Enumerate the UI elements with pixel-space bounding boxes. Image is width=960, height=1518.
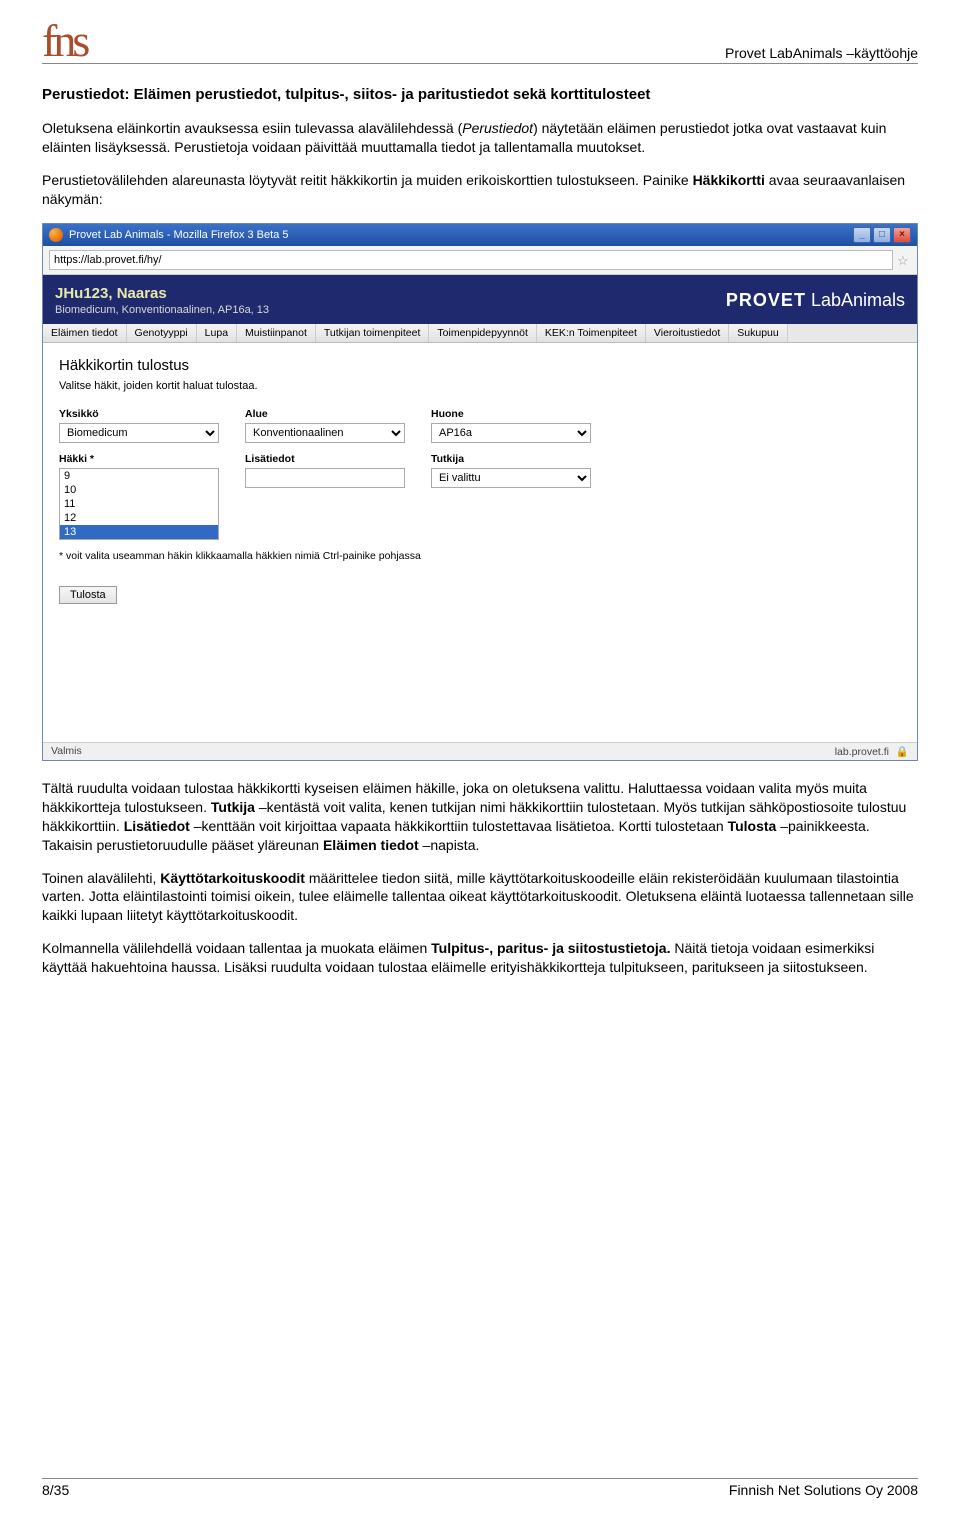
lisatiedot-input[interactable]	[245, 468, 405, 488]
after-p2-b1: Käyttötarkoituskoodit	[160, 870, 305, 886]
tab-elaimen-tiedot[interactable]: Eläimen tiedot	[43, 324, 127, 342]
url-input[interactable]	[49, 250, 893, 270]
browser-urlbar: ☆	[43, 246, 917, 275]
hakki-option-selected[interactable]: 13	[60, 525, 218, 539]
minimize-button[interactable]: _	[853, 227, 871, 243]
app-brand: PROVET LabAnimals	[726, 290, 905, 311]
app-tabs: Eläimen tiedot Genotyyppi Lupa Muistiinp…	[43, 324, 917, 343]
after-p3-b1: Tulpitus-, paritus- ja siitostustietoja.	[431, 940, 670, 956]
huone-select[interactable]: AP16a	[431, 423, 591, 443]
hakki-option[interactable]: 11	[60, 497, 218, 511]
after-p1-b4: Eläimen tiedot	[323, 837, 419, 853]
intro-paragraph-1: Oletuksena eläinkortin avauksessa esiin …	[42, 119, 918, 157]
after-p1-b2: Lisätiedot	[124, 818, 190, 834]
brand-light: LabAnimals	[806, 290, 905, 310]
hakki-label: Häkki *	[59, 453, 219, 465]
after-paragraph-1: Tältä ruudulta voidaan tulostaa häkkikor…	[42, 779, 918, 855]
bookmark-star-icon[interactable]: ☆	[897, 253, 911, 267]
after-p2-a: Toinen alavälilehti,	[42, 870, 160, 886]
browser-statusbar: Valmis lab.provet.fi 🔒	[43, 742, 917, 760]
status-right: lab.provet.fi 🔒	[835, 745, 909, 758]
huone-label: Huone	[431, 408, 591, 420]
intro-paragraph-2: Perustietovälilehden alareunasta löytyvä…	[42, 171, 918, 209]
section-title: Perustiedot: Eläimen perustiedot, tulpit…	[42, 86, 918, 103]
spacer	[59, 604, 901, 724]
tab-sukupuu[interactable]: Sukupuu	[729, 324, 787, 342]
form-row-2: Häkki * 9 10 11 12 13 Lisätiedot Tutkija…	[59, 453, 901, 540]
tab-vieroitustiedot[interactable]: Vieroitustiedot	[646, 324, 729, 342]
tab-kek-toimenpiteet[interactable]: KEK:n Toimenpiteet	[537, 324, 646, 342]
close-button[interactable]: ×	[893, 227, 911, 243]
tab-genotyyppi[interactable]: Genotyyppi	[127, 324, 197, 342]
brand-bold: PROVET	[726, 290, 806, 310]
hakki-option[interactable]: 9	[60, 469, 218, 483]
status-left: Valmis	[51, 745, 82, 758]
after-p1-b3: Tulosta	[728, 818, 777, 834]
after-p3-a: Kolmannella välilehdellä voidaan tallent…	[42, 940, 431, 956]
p2-bold: Häkkikortti	[693, 172, 765, 188]
tutkija-select[interactable]: Ei valittu	[431, 468, 591, 488]
yksikko-select[interactable]: Biomedicum	[59, 423, 219, 443]
lock-icon: 🔒	[896, 746, 909, 758]
tab-muistiinpanot[interactable]: Muistiinpanot	[237, 324, 316, 342]
p1-italic: Perustiedot	[462, 120, 533, 136]
app-content: Häkkikortin tulostus Valitse häkit, joid…	[43, 343, 917, 742]
form-footnote: * voit valita useamman häkin klikkaamall…	[59, 550, 901, 562]
tab-tutkijan-toimenpiteet[interactable]: Tutkijan toimenpiteet	[316, 324, 430, 342]
after-paragraph-3: Kolmannella välilehdellä voidaan tallent…	[42, 939, 918, 977]
window-controls: _ □ ×	[853, 227, 911, 243]
page-subtitle: Valitse häkit, joiden kortit haluat tulo…	[59, 380, 901, 392]
p1-text-a: Oletuksena eläinkortin avauksessa esiin …	[42, 120, 462, 136]
after-p1-d: –kenttään voit kirjoittaa vapaata häkkik…	[190, 818, 728, 834]
browser-window: Provet Lab Animals - Mozilla Firefox 3 B…	[42, 223, 918, 761]
browser-title: Provet Lab Animals - Mozilla Firefox 3 B…	[69, 229, 288, 241]
animal-subinfo: Biomedicum, Konventionaalinen, AP16a, 13	[55, 304, 269, 316]
logo: fns	[42, 20, 86, 61]
print-button[interactable]: Tulosta	[59, 586, 117, 604]
animal-name: JHu123, Naaras	[55, 285, 269, 302]
hakki-option[interactable]: 10	[60, 483, 218, 497]
app-header: JHu123, Naaras Biomedicum, Konventionaal…	[43, 275, 917, 324]
p2-text-a: Perustietovälilehden alareunasta löytyvä…	[42, 172, 693, 188]
status-domain: lab.provet.fi	[835, 746, 889, 758]
doc-title: Provet LabAnimals –käyttöohje	[725, 45, 918, 61]
tab-lupa[interactable]: Lupa	[197, 324, 237, 342]
tab-toimenpidepyynnot[interactable]: Toimenpidepyynnöt	[429, 324, 536, 342]
hakki-listbox[interactable]: 9 10 11 12 13	[59, 468, 219, 540]
alue-select[interactable]: Konventionaalinen	[245, 423, 405, 443]
tutkija-label: Tutkija	[431, 453, 591, 465]
page-footer: 8/35 Finnish Net Solutions Oy 2008	[42, 1478, 918, 1498]
form-row-1: Yksikkö Biomedicum Alue Konventionaaline…	[59, 408, 901, 443]
page-title: Häkkikortin tulostus	[59, 357, 901, 374]
after-paragraph-2: Toinen alavälilehti, Käyttötarkoituskood…	[42, 869, 918, 926]
page-number: 8/35	[42, 1482, 69, 1498]
browser-titlebar: Provet Lab Animals - Mozilla Firefox 3 B…	[43, 224, 917, 246]
maximize-button[interactable]: □	[873, 227, 891, 243]
alue-label: Alue	[245, 408, 405, 420]
page-header: fns Provet LabAnimals –käyttöohje	[42, 20, 918, 64]
firefox-icon	[49, 228, 63, 242]
hakki-option[interactable]: 12	[60, 511, 218, 525]
yksikko-label: Yksikkö	[59, 408, 219, 420]
lisatiedot-label: Lisätiedot	[245, 453, 405, 465]
company-name: Finnish Net Solutions Oy 2008	[729, 1482, 918, 1498]
after-p1-f: –napista.	[419, 837, 480, 853]
after-p1-b1: Tutkija	[211, 799, 255, 815]
